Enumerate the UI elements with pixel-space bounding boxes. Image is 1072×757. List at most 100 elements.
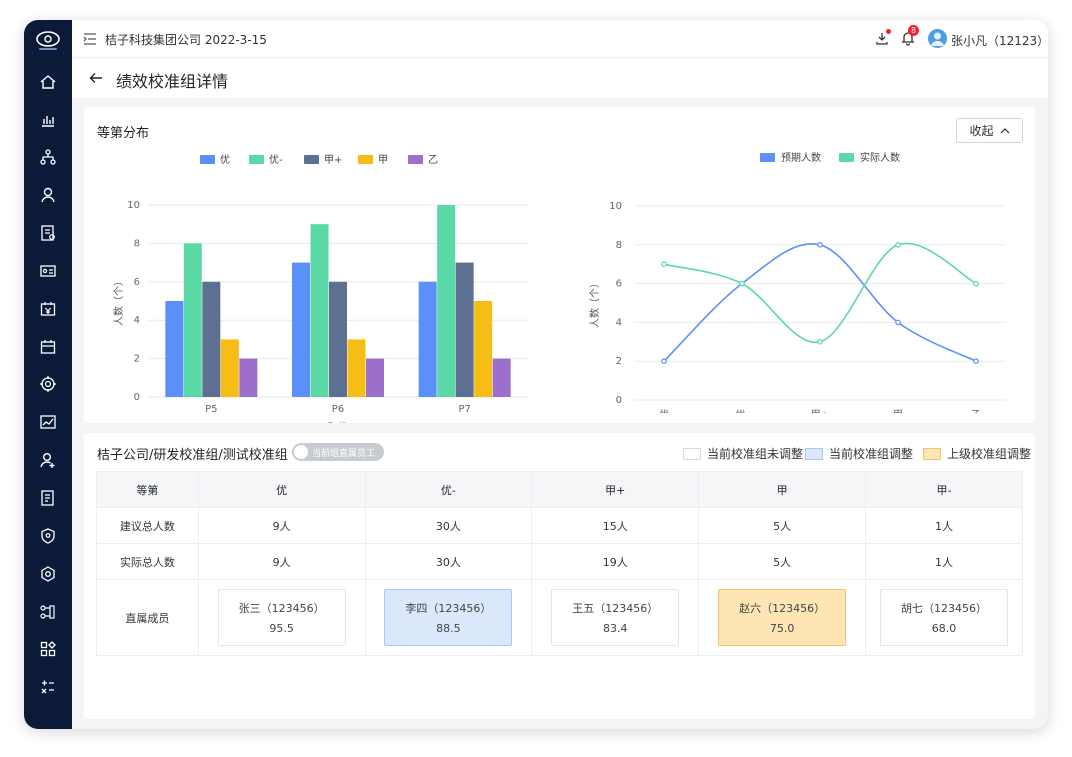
y-tick-label: 8 <box>616 240 622 251</box>
legend-label-upper: 上级校准组调整 <box>947 447 1032 461</box>
notification-badge: 8 <box>908 25 919 36</box>
bar <box>310 224 329 397</box>
legend-label-current: 当前校准组调整 <box>829 447 914 461</box>
data-point <box>895 242 901 248</box>
menu-collapse-icon[interactable] <box>82 31 98 47</box>
legend-label: 优 <box>220 153 230 166</box>
bar <box>239 358 258 397</box>
row-label: 直属成员 <box>96 579 199 656</box>
bar <box>437 205 456 397</box>
calendar-icon[interactable] <box>36 335 60 359</box>
table-cell: 30人 <box>364 507 533 544</box>
member-score: 88.5 <box>436 622 461 635</box>
y-tick-label: 6 <box>616 279 622 290</box>
x-tick-label: 优 <box>659 408 669 413</box>
download-dot <box>886 29 891 34</box>
bar <box>202 281 221 397</box>
bar <box>455 262 474 397</box>
member-card[interactable]: 张三（123456） 95.5 <box>217 589 346 646</box>
home-icon[interactable] <box>36 70 60 94</box>
data-point <box>817 339 823 345</box>
data-point <box>661 261 667 268</box>
org-chart-icon[interactable] <box>36 145 60 169</box>
report-icon[interactable] <box>36 221 60 245</box>
company-date: 桔子科技集团公司 2022-3-15 <box>105 33 267 47</box>
line-chart: 0 2 4 6 8 10 人数（个） 优 优- 甲+ 甲 乙 预期人数 实际人数 <box>588 151 1006 413</box>
member-card[interactable]: 王五（123456） 83.4 <box>551 589 680 646</box>
x-tick-label: P6 <box>332 404 344 415</box>
sidebar <box>24 20 72 729</box>
data-point <box>817 242 823 248</box>
legend-swatch-current <box>805 447 823 460</box>
table-cell: 1人 <box>865 507 1023 544</box>
legend-swatch <box>200 155 215 164</box>
calculator-icon[interactable] <box>36 675 60 699</box>
legend-swatch <box>839 153 854 162</box>
apps-icon[interactable] <box>36 637 60 661</box>
salary-icon[interactable] <box>36 297 60 321</box>
distribution-card: 等第分布 收起 0246810人数（个）P5P6P7职级优优-甲+甲乙 0246… <box>84 107 1035 423</box>
legend-swatch-upper <box>923 447 941 460</box>
y-axis-label: 人数（个） <box>588 278 601 328</box>
legend-swatch-unadjusted <box>683 447 701 460</box>
back-arrow-icon[interactable] <box>88 70 104 86</box>
series-line <box>663 242 977 343</box>
table-cell: 5人 <box>698 507 867 544</box>
table-header-row: 等第 优 优- 甲+ 甲 甲- <box>96 471 1023 508</box>
avatar[interactable] <box>928 29 947 48</box>
user-name[interactable]: 张小凡（12123） <box>951 32 1048 49</box>
header-cell: 甲 <box>698 471 867 508</box>
header-cell: 甲+ <box>531 471 700 508</box>
settings-icon[interactable] <box>36 562 60 586</box>
table-row: 建议总人数 9人 30人 15人 5人 1人 <box>96 507 1023 544</box>
table-row: 实际总人数 9人 30人 19人 5人 1人 <box>96 543 1023 580</box>
bar <box>474 301 493 397</box>
y-tick-label: 4 <box>134 315 140 326</box>
x-tick-label: P5 <box>205 404 217 415</box>
shield-icon[interactable] <box>36 524 60 548</box>
legend-unadjusted: 当前校准组未调整 <box>683 445 803 462</box>
legend-label-unadjusted: 当前校准组未调整 <box>707 447 804 461</box>
page-title: 绩效校准组详情 <box>116 72 229 91</box>
table-cell: 19人 <box>531 543 700 580</box>
row-label: 实际总人数 <box>96 543 199 580</box>
document-icon[interactable] <box>36 486 60 510</box>
user-icon[interactable] <box>36 183 60 207</box>
table-cell: 9人 <box>197 543 366 580</box>
direct-staff-toggle[interactable]: 当前组直属员工 <box>292 443 384 461</box>
header-cell: 优 <box>197 471 366 508</box>
workflow-icon[interactable] <box>36 600 60 624</box>
legend-swatch <box>249 155 264 164</box>
y-tick-label: 4 <box>616 317 622 328</box>
member-card[interactable]: 赵六（123456） 75.0 <box>718 589 847 646</box>
member-card[interactable]: 李四（123456） 88.5 <box>384 589 513 646</box>
member-score: 75.0 <box>769 622 795 635</box>
table-cell: 30人 <box>364 543 533 580</box>
y-axis-label: 人数（个） <box>112 276 125 326</box>
legend-label: 预期人数 <box>781 151 821 164</box>
toggle-knob <box>294 445 308 459</box>
id-card-icon[interactable] <box>36 259 60 283</box>
x-tick-label: 甲 <box>893 410 903 413</box>
collapse-button[interactable]: 收起 <box>956 118 1023 143</box>
member-score: 83.4 <box>603 622 628 635</box>
app-window: 桔子科技集团公司 2022-3-15 8 张小凡（12123） 绩效校准组详情 … <box>24 20 1048 729</box>
member-name: 胡七（123456） <box>901 602 988 615</box>
data-point <box>895 319 901 326</box>
bar <box>220 339 239 397</box>
member-cell: 李四（123456） 88.5 <box>364 579 533 656</box>
member-card[interactable]: 胡七（123456） 68.0 <box>880 589 1009 646</box>
target-icon[interactable] <box>36 372 60 396</box>
y-tick-label: 0 <box>616 395 622 406</box>
header-cell: 优- <box>364 471 533 508</box>
add-user-icon[interactable] <box>36 448 60 472</box>
member-name: 李四（123456） <box>405 602 492 615</box>
trend-icon[interactable] <box>36 410 60 434</box>
bar-chart-icon[interactable] <box>36 108 60 132</box>
member-name: 赵六（123456） <box>739 602 826 615</box>
logo-icon <box>36 31 60 50</box>
bar <box>165 301 184 397</box>
y-tick-label: 2 <box>134 354 140 365</box>
distribution-title: 等第分布 <box>97 126 150 141</box>
data-point <box>973 358 979 365</box>
